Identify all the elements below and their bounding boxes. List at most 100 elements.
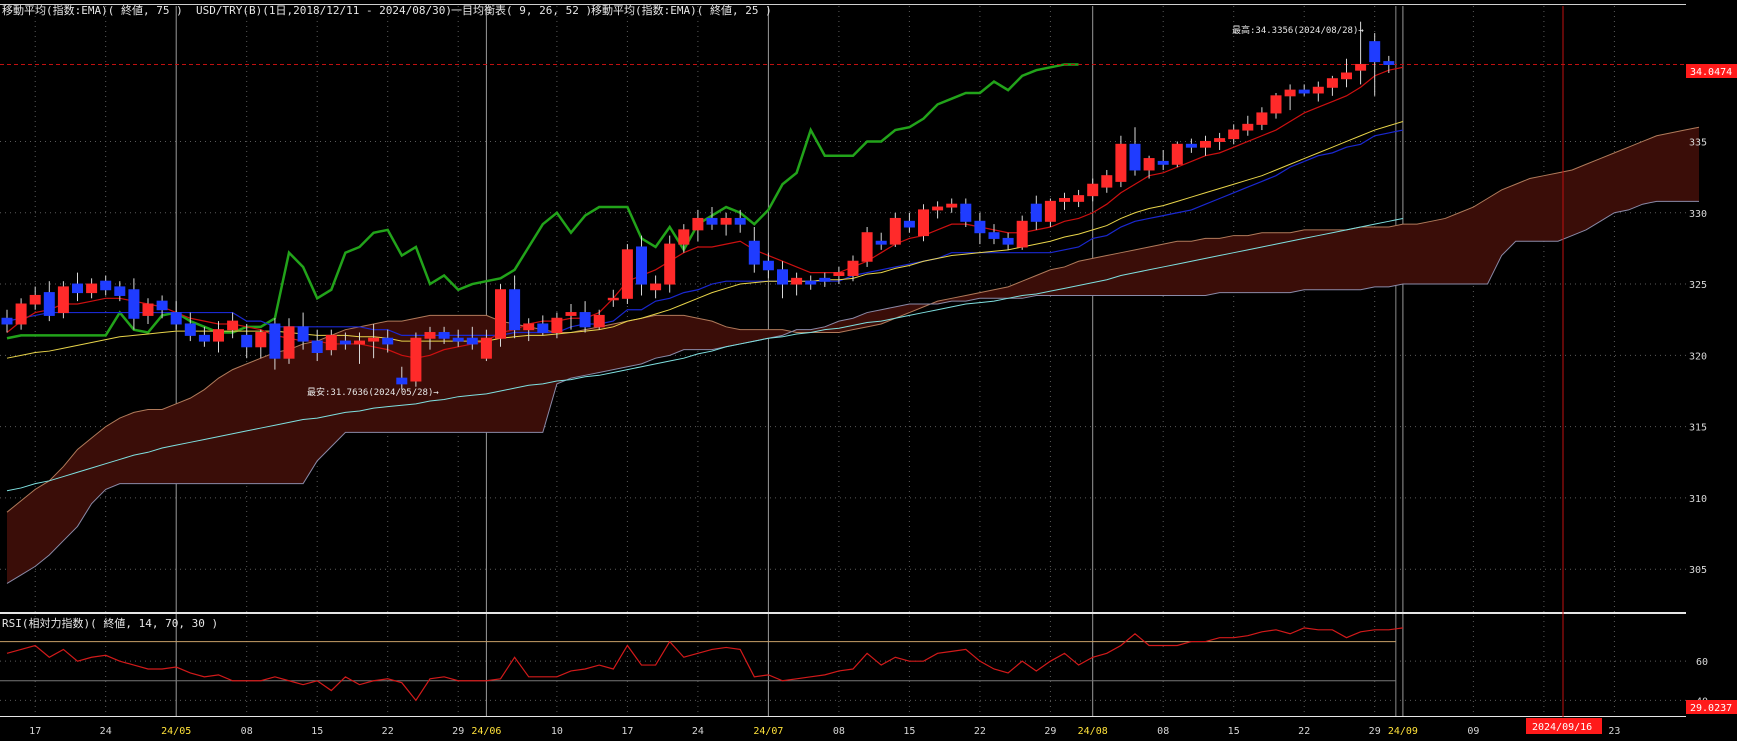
candle[interactable] (1171, 141, 1183, 168)
candle-body (1059, 197, 1070, 202)
candle-body (706, 217, 718, 225)
date-tick-label: 24 (100, 726, 112, 737)
candle[interactable] (495, 284, 506, 347)
candle-body (734, 217, 746, 225)
date-tick-label: 08 (241, 726, 253, 737)
candle-body (213, 329, 224, 342)
candle-body (1087, 183, 1099, 197)
candle-body (720, 217, 732, 225)
date-tick-label: 09 (1467, 726, 1479, 737)
candle[interactable] (621, 244, 633, 305)
candle-body (1030, 203, 1042, 222)
candle-body (1242, 123, 1254, 131)
candle-body (833, 272, 845, 276)
candle-body (861, 232, 873, 262)
date-tick-label: 24/06 (471, 726, 501, 737)
date-tick-label: 29 (1369, 726, 1381, 737)
candle-body (269, 323, 281, 359)
date-tick-label: 23 (1608, 726, 1620, 737)
candle-body (128, 289, 140, 319)
candle-body (241, 334, 253, 348)
candle-body (932, 206, 944, 211)
candle-body (382, 337, 394, 345)
candle-body (255, 332, 267, 348)
date-tick-label: 10 (551, 726, 563, 737)
candle-body (1284, 89, 1296, 97)
candle-body (57, 286, 69, 314)
candle-body (325, 334, 337, 351)
candle-body (805, 280, 817, 285)
candle-body (311, 340, 323, 353)
candle-body (607, 297, 619, 301)
candle-body (396, 377, 408, 385)
candle-body (903, 220, 915, 228)
candle-body (565, 312, 577, 316)
candle-body (692, 217, 704, 231)
candle-body (466, 337, 478, 345)
candle-body (664, 243, 676, 285)
candle-body (354, 340, 365, 345)
candle-body (636, 246, 647, 285)
rsi-header: RSI(相対力指数)( 終値, 14, 70, 30 ) (2, 616, 218, 630)
candle-body (889, 217, 901, 245)
candle-body (1355, 63, 1367, 71)
candle-body (918, 209, 929, 237)
candle-body (988, 232, 1000, 239)
candle-body (509, 289, 521, 331)
date-tick-label: 15 (903, 726, 915, 737)
ema25-header: 移動平均(指数:EMA)( 終値, 25 ) (591, 3, 772, 17)
date-tick-label: 29 (452, 726, 464, 737)
current-price-label: 34.0474 (1690, 67, 1732, 78)
candle-body (1200, 140, 1211, 148)
candle-body (1101, 175, 1113, 188)
candle-body (86, 283, 98, 294)
date-tick-label: 22 (1298, 726, 1310, 737)
candle-body (551, 317, 563, 334)
candle-body (170, 312, 182, 325)
date-tick-label: 24 (692, 726, 704, 737)
candle-body (762, 260, 774, 271)
candle-body (43, 292, 55, 316)
candle[interactable] (410, 332, 422, 387)
candle-body (424, 332, 436, 339)
candle-body (297, 326, 309, 342)
crosshair-date-label: 2024/09/16 (1532, 722, 1592, 733)
date-tick-label: 15 (1228, 726, 1240, 737)
candle[interactable] (664, 235, 676, 293)
date-tick-label: 24/07 (753, 726, 783, 737)
date-tick-label: 08 (1157, 726, 1169, 737)
candle-body (227, 320, 239, 331)
date-tick-label: 29 (1044, 726, 1056, 737)
candle-body (480, 337, 492, 359)
rsi-value-label: 29.0237 (1690, 703, 1732, 714)
candle-body (198, 334, 210, 342)
candle-body (1171, 143, 1183, 165)
candle-body (1115, 143, 1127, 182)
price-tick-label: 310 (1689, 494, 1707, 505)
candle-body (523, 323, 535, 331)
candle[interactable] (861, 227, 873, 267)
date-tick-label: 22 (382, 726, 394, 737)
candle-body (438, 332, 450, 339)
low-annotation: 最安:31.7636(2024/05/28)→ (307, 386, 439, 398)
candle-body (184, 323, 196, 336)
candle-body (1256, 112, 1268, 125)
date-tick-label: 08 (833, 726, 845, 737)
candle-body (368, 337, 380, 342)
candle-body (410, 337, 422, 382)
date-tick-label: 24/05 (161, 726, 191, 737)
candle-body (339, 340, 351, 345)
candle[interactable] (57, 281, 69, 319)
price-tick-label: 330 (1689, 209, 1707, 220)
candle-body (15, 303, 27, 325)
candle-body (283, 326, 295, 359)
date-tick-label: 24/09 (1388, 726, 1418, 737)
candle-body (1143, 158, 1155, 171)
candle-body (1270, 95, 1282, 114)
price-tick-label: 305 (1689, 565, 1707, 576)
price-tick-label: 335 (1689, 137, 1707, 148)
candle-body (495, 289, 506, 339)
chart-canvas[interactable]: 4060 305310315320325330335 172424/050815… (0, 0, 1737, 741)
rsi-tick-label: 60 (1696, 657, 1708, 668)
candle[interactable] (918, 204, 929, 242)
